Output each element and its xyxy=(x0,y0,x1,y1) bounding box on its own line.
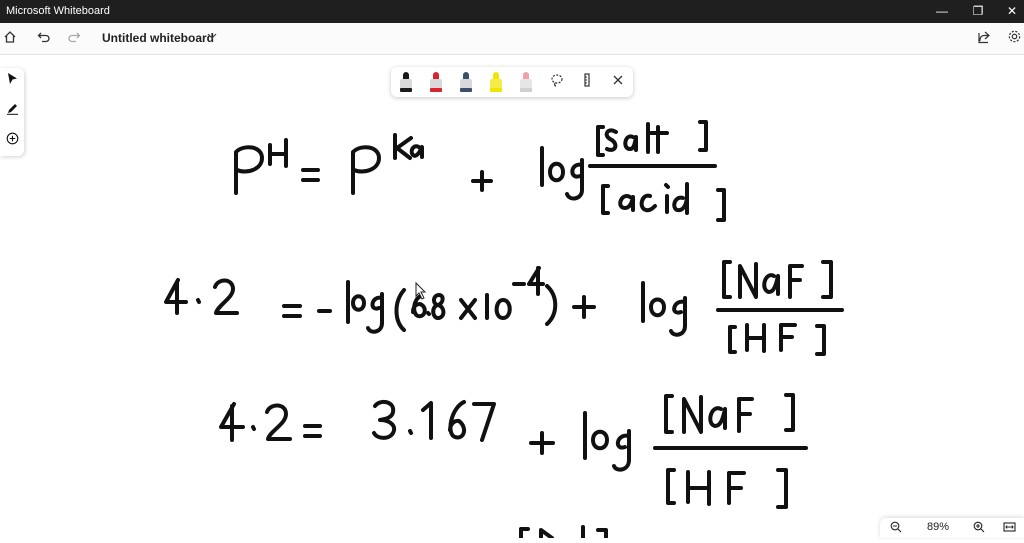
zoom-in-icon[interactable] xyxy=(973,521,985,536)
handwritten-ink xyxy=(164,120,844,540)
undo-icon[interactable] xyxy=(34,29,54,49)
gear-icon[interactable] xyxy=(1004,29,1024,49)
restore-button[interactable]: ❐ xyxy=(960,0,996,23)
minimize-button[interactable]: — xyxy=(924,0,960,23)
top-toolbar: Untitled whiteboard xyxy=(0,23,1024,55)
zoom-out-icon[interactable] xyxy=(890,521,902,536)
share-icon[interactable] xyxy=(974,29,994,49)
redo-icon[interactable] xyxy=(64,29,84,49)
whiteboard-canvas[interactable] xyxy=(0,55,1024,540)
home-icon[interactable] xyxy=(0,29,20,49)
zoom-level[interactable]: 89% xyxy=(927,521,949,533)
fit-to-screen-icon[interactable] xyxy=(1003,521,1016,536)
title-bar: Microsoft Whiteboard — ❐ ✕ xyxy=(0,0,1024,23)
app-title: Microsoft Whiteboard xyxy=(6,5,110,17)
zoom-controls: 89% xyxy=(880,518,1024,538)
chevron-down-icon[interactable] xyxy=(206,30,218,45)
board-title[interactable]: Untitled whiteboard xyxy=(102,31,214,45)
close-window-button[interactable]: ✕ xyxy=(994,0,1024,23)
